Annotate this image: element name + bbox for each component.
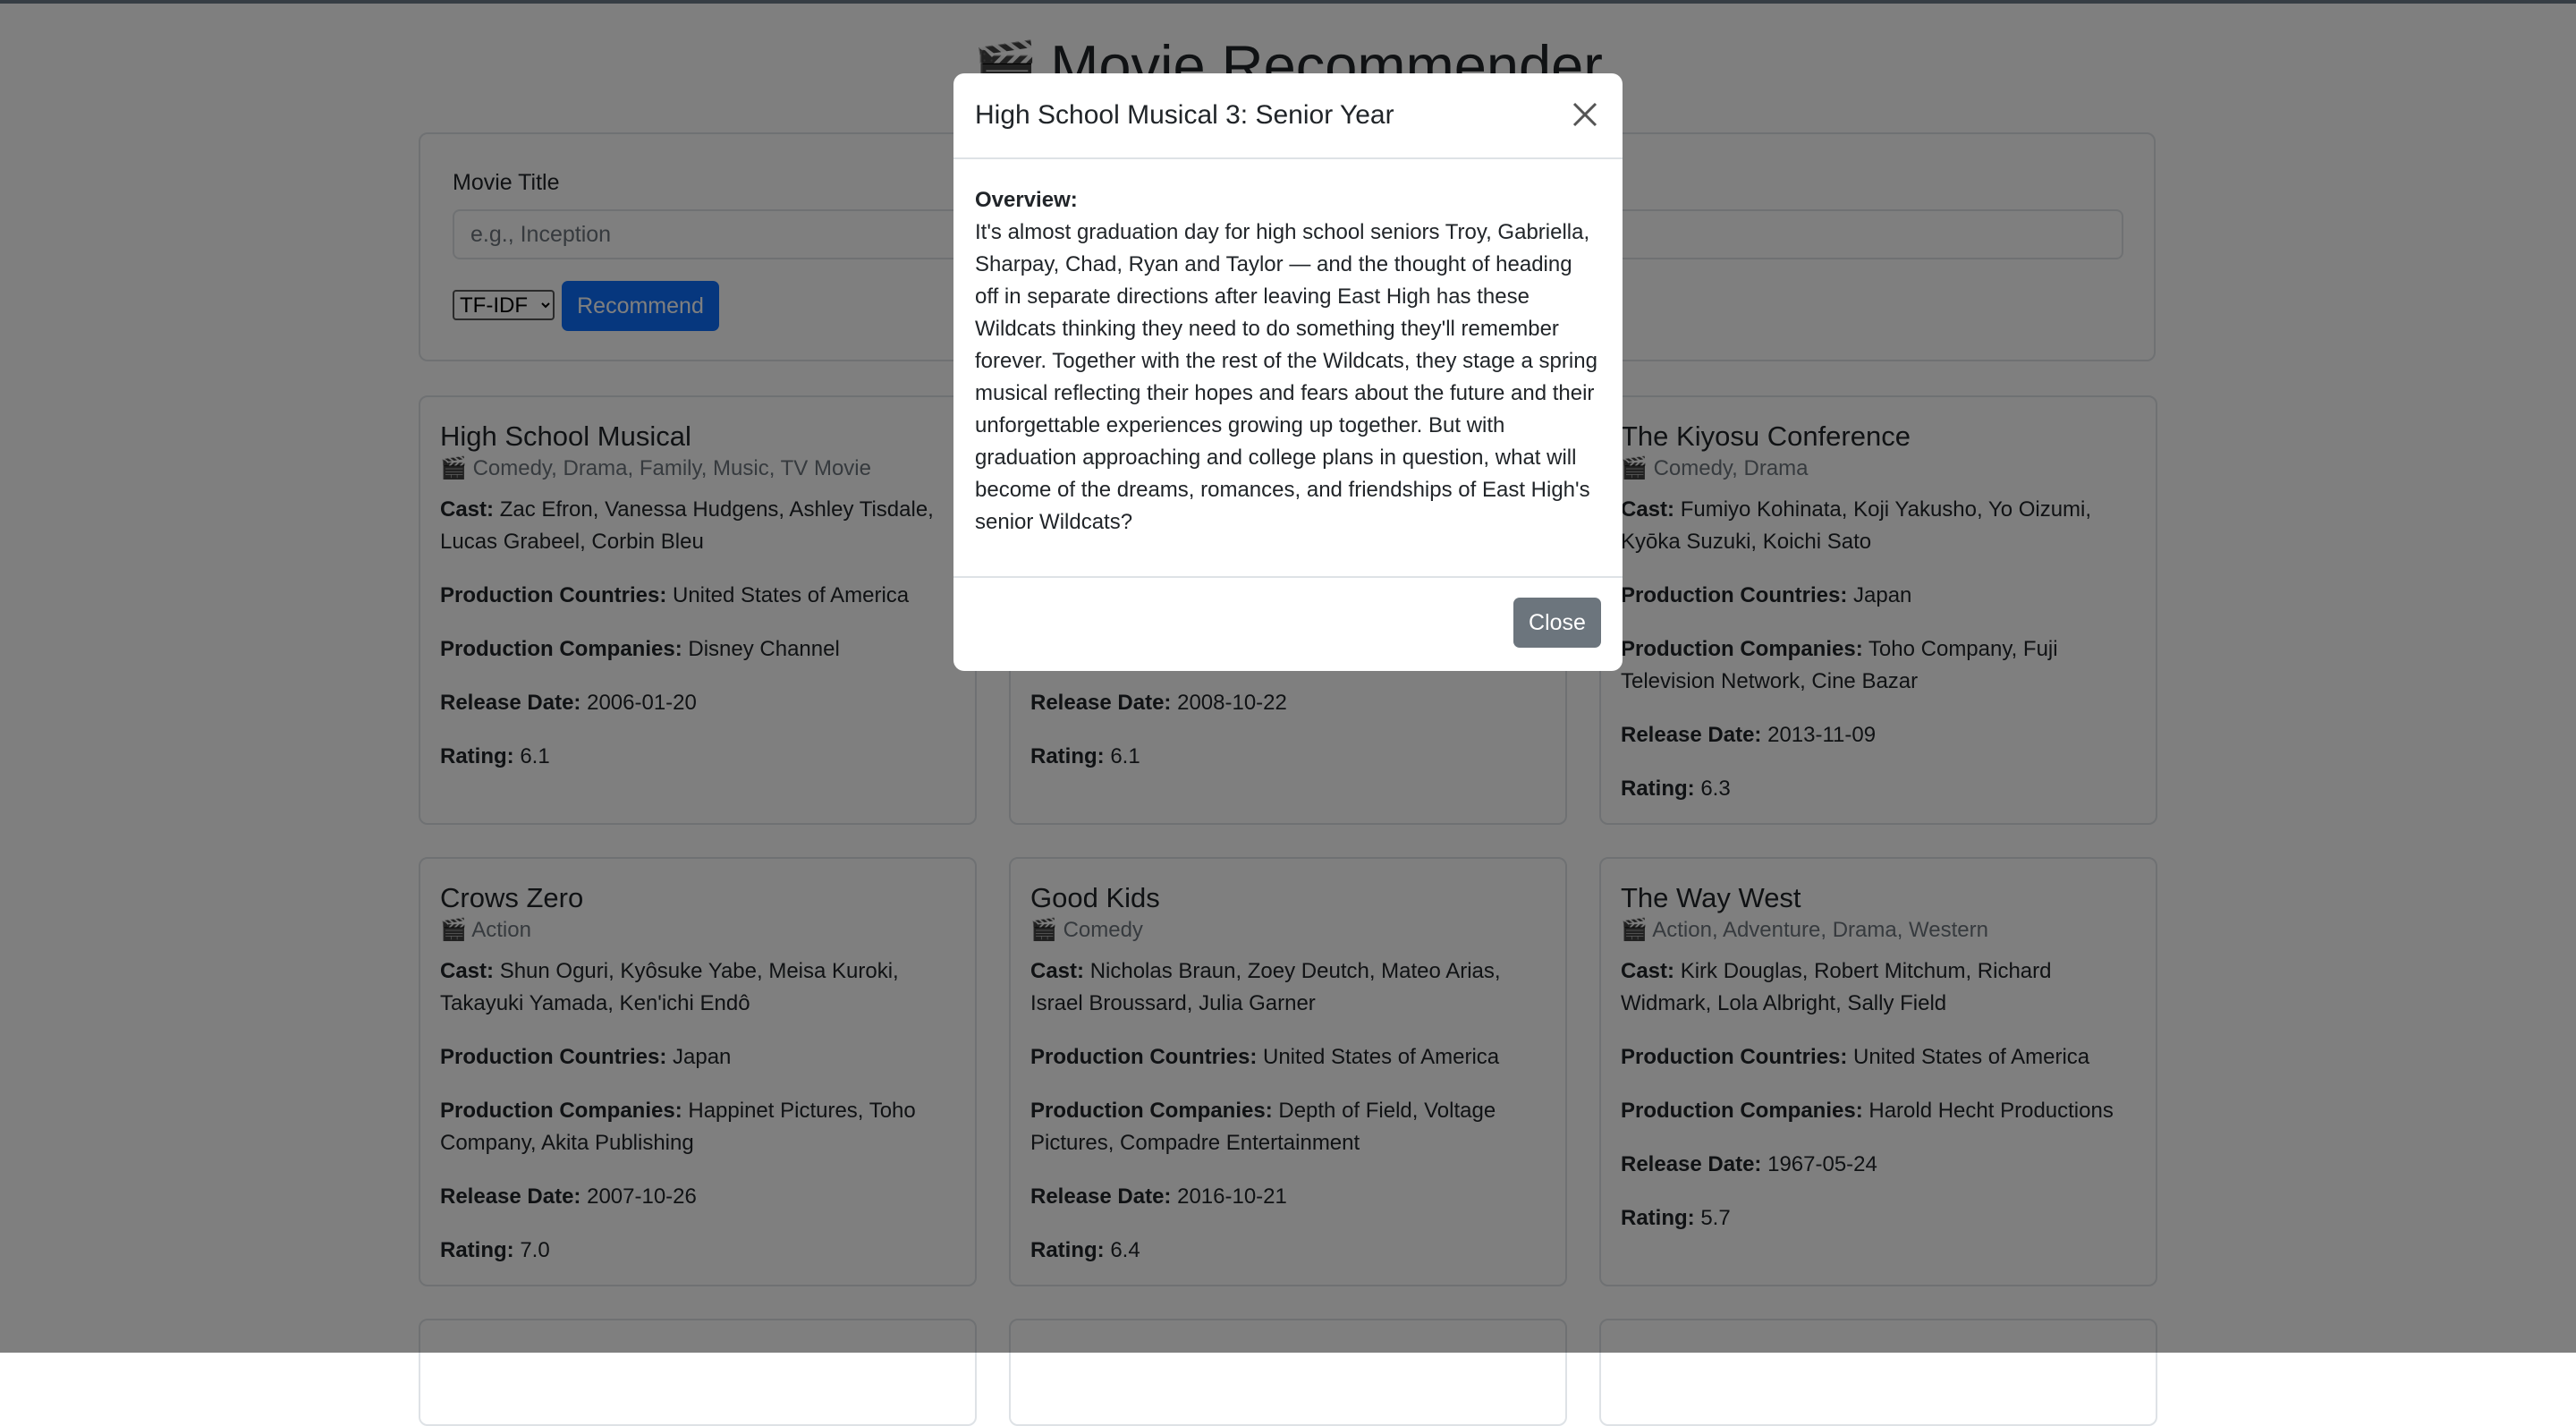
modal-header: High School Musical 3: Senior Year <box>953 73 1623 159</box>
close-icon[interactable] <box>1567 97 1603 132</box>
modal-title: High School Musical 3: Senior Year <box>975 100 1394 130</box>
overview-label: Overview: <box>975 188 1078 212</box>
modal-footer: Close <box>953 576 1623 671</box>
modal-body: Overview: It's almost graduation day for… <box>953 159 1623 539</box>
page: 🎬Movie Recommender Movie Title TF-IDF Re… <box>0 0 2576 1426</box>
movie-details-modal: High School Musical 3: Senior Year Overv… <box>953 73 1623 671</box>
close-button[interactable]: Close <box>1513 598 1601 648</box>
overview-text: It's almost graduation day for high scho… <box>975 220 1597 534</box>
